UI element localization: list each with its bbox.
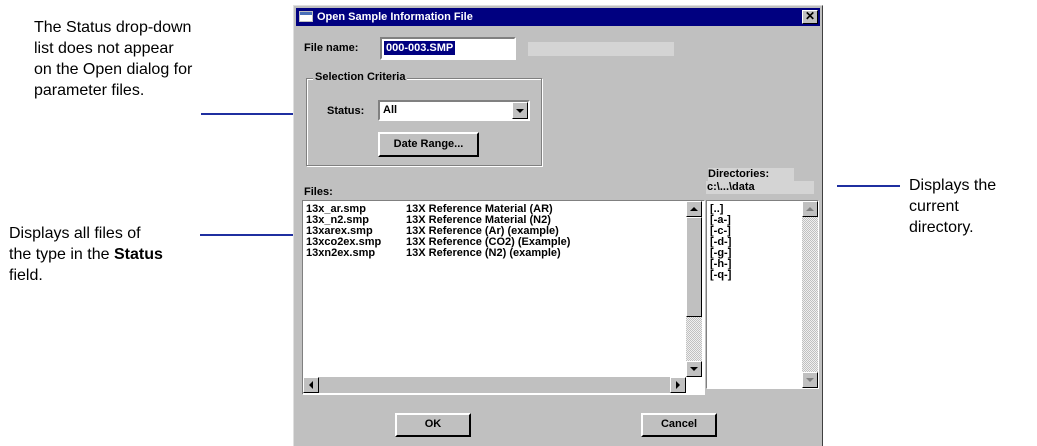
dir-note: Displays the current directory. [909,175,1034,238]
files-horizontal-scrollbar[interactable] [303,377,686,393]
arrow-down-icon [806,378,814,382]
horizontal-scroll-thumb[interactable] [319,377,667,393]
file-name-value: 000-003.SMP [384,41,456,55]
ok-button[interactable]: OK [395,413,471,437]
file-name: 13xn2ex.smp [306,247,376,259]
window-icon [299,11,313,22]
files-note-bold: Status [113,246,163,263]
files-note: Displays all files of the type in the St… [9,223,249,286]
status-note-line: on the Open dialog for [34,61,193,78]
scroll-thumb[interactable] [686,217,702,317]
dialog-title: Open Sample Information File [317,11,473,23]
directories-label: Directories: [708,168,794,181]
files-note-text: the type in the [9,246,114,263]
arrow-right-icon [676,381,680,389]
scroll-up-button[interactable] [686,201,702,217]
dropdown-button[interactable] [512,102,528,119]
file-description: 13X Reference (N2) (example) [406,247,561,259]
files-label: Files: [304,186,333,198]
close-button[interactable]: ✕ [802,10,818,24]
dir-note-line: Displays the [909,177,997,194]
scroll-down-button[interactable] [686,361,702,377]
file-name-label: File name: [304,42,359,54]
open-sample-dialog: Open Sample Information File ✕ File name… [293,5,823,446]
title-bar[interactable]: Open Sample Information File ✕ [296,8,820,26]
scroll-down-button[interactable] [802,372,818,388]
status-value: All [383,104,398,116]
status-note-line: list does not appear [34,40,174,57]
current-directory: c:\...\data [706,181,814,194]
files-vertical-scrollbar[interactable] [686,201,702,377]
dir-note-line: directory. [909,219,974,236]
status-dropdown[interactable]: All [378,100,530,121]
chevron-down-icon [516,109,524,113]
files-callout-line [200,234,293,236]
scroll-left-button[interactable] [303,377,319,393]
arrow-up-icon [690,207,698,211]
close-icon: ✕ [804,9,816,23]
files-list[interactable]: 13x_ar.smp 13X Reference Material (AR) 13… [302,200,705,395]
scroll-right-button[interactable] [670,377,686,393]
status-note-line: parameter files. [34,82,145,99]
directories-list[interactable]: [..] [-a-] [-c-] [-d-] [-g-] [-h-] [-q-] [706,200,819,389]
date-range-button[interactable]: Date Range... [378,132,479,157]
dir-callout-line [837,185,900,187]
directories-vertical-scrollbar[interactable] [802,201,818,388]
list-item[interactable]: 13xn2ex.smp 13X Reference (N2) (example) [306,247,561,259]
status-note-line: The Status drop-down [34,19,192,36]
arrow-down-icon [690,367,698,371]
files-note-line: the type in the Status [9,244,249,265]
file-name-input[interactable]: 000-003.SMP [380,37,516,60]
arrow-left-icon [309,381,313,389]
cancel-button[interactable]: Cancel [641,413,717,437]
file-name-info-field [528,42,674,56]
arrow-up-icon [806,207,814,211]
status-note: The Status drop-down list does not appea… [34,17,264,101]
directory-item[interactable]: [-q-] [710,270,731,281]
status-label: Status: [327,105,365,117]
files-note-line: field. [9,267,43,284]
scroll-up-button[interactable] [802,201,818,217]
current-directory-text: c:\...\data [707,181,755,193]
selection-criteria-label: Selection Criteria [313,71,408,83]
dir-note-line: current [909,198,959,215]
